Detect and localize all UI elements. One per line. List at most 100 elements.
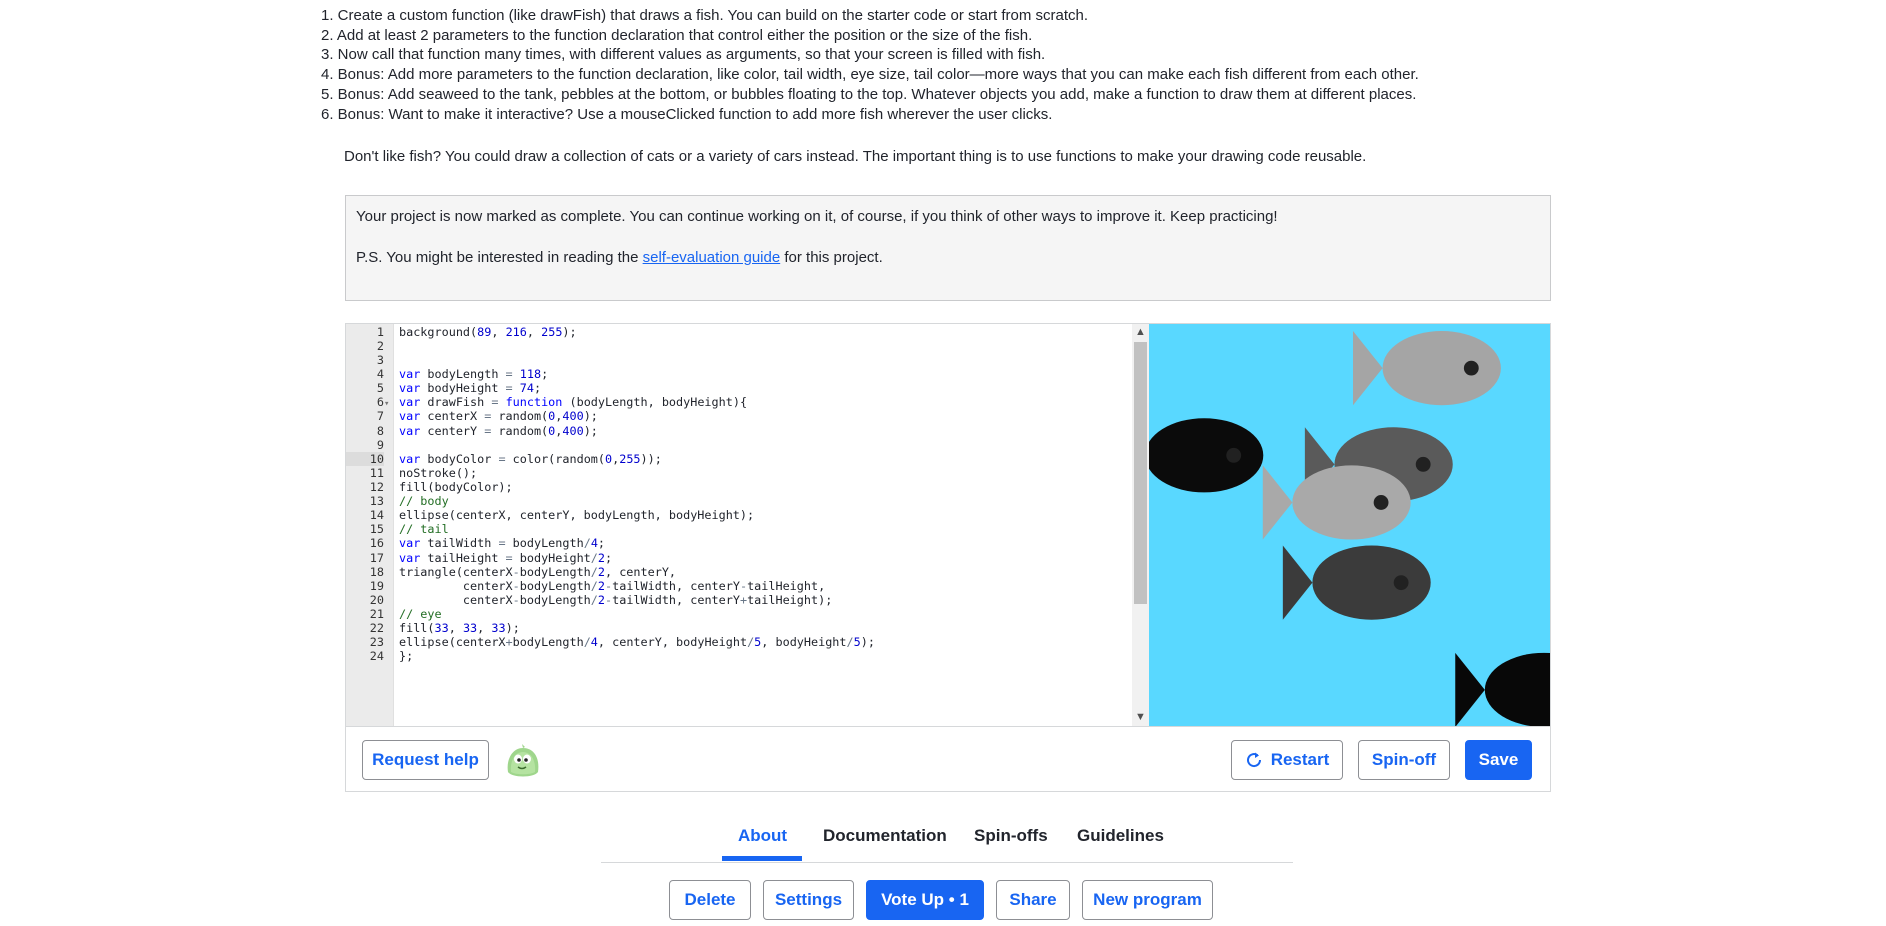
code-editor[interactable]: 1 background(89, 216, 255); 2 3 4 var bodyLen… (346, 324, 1149, 726)
tab-spin-offs[interactable]: Spin-offs (974, 826, 1048, 846)
code-line[interactable]: 13 // body (346, 494, 1136, 508)
code-line[interactable]: 1 background(89, 216, 255); (346, 325, 1136, 339)
share-button[interactable]: Share (996, 880, 1070, 920)
scroll-up-arrow-icon[interactable]: ▲ (1132, 324, 1149, 341)
line-number: 6 (376, 395, 384, 410)
output-canvas[interactable] (1149, 324, 1550, 726)
tab-about[interactable]: About (738, 826, 787, 846)
code-text: centerX-bodyLength/2-tailWidth, centerY+… (399, 592, 833, 607)
editor-scrollbar[interactable]: ▲ ▼ (1132, 324, 1149, 726)
fish-body (1149, 418, 1264, 493)
line-number: 9 (376, 437, 384, 452)
code-text: background(89, 216, 255); (399, 324, 577, 339)
fish-drawing (1149, 324, 1550, 726)
code-line[interactable]: 12 fill(bodyColor); (346, 480, 1136, 494)
line-number: 4 (376, 367, 384, 382)
code-line[interactable]: 2 (346, 339, 1136, 353)
project-tabs: About Documentation Spin-offs Guidelines (601, 822, 1293, 863)
code-text: var drawFish = function (bodyLength, bod… (399, 395, 748, 410)
code-text: // tail (399, 522, 449, 537)
line-number: 13 (369, 494, 384, 509)
scroll-down-arrow-icon[interactable]: ▼ (1132, 709, 1149, 726)
tab-documentation[interactable]: Documentation (823, 826, 947, 846)
fish-eye (1415, 456, 1431, 472)
code-line[interactable]: 23 ellipse(centerX+bodyLength/4, centerY,… (346, 635, 1136, 649)
code-text: var centerY = random(0,400); (399, 423, 598, 438)
code-line[interactable]: 24}; (346, 649, 1136, 663)
code-line[interactable]: 3 (346, 353, 1136, 367)
code-line[interactable]: 18 triangle(centerX-bodyLength/2, centerY… (346, 565, 1136, 579)
avatar-icon (507, 744, 539, 777)
settings-button[interactable]: Settings (763, 880, 854, 920)
code-text: ellipse(centerX, centerY, bodyLength, bo… (399, 508, 755, 523)
fish-body (1382, 331, 1501, 406)
restart-label: Restart (1270, 750, 1330, 769)
code-text: // eye (399, 607, 442, 622)
scroll-thumb[interactable] (1134, 342, 1147, 604)
request-help-button[interactable]: Request help (362, 740, 489, 780)
code-line[interactable]: 11 noStroke(); (346, 466, 1136, 480)
code-text: }; (399, 649, 414, 664)
code-line[interactable]: 9 (346, 438, 1136, 452)
line-number: 7 (376, 409, 384, 424)
ps-prefix: P.S. You might be interested in reading … (356, 249, 643, 266)
instruction-item: 3. Now call that function many times, wi… (321, 46, 1046, 64)
line-number: 5 (376, 381, 384, 396)
code-line[interactable]: 22 fill(33, 33, 33); (346, 621, 1136, 635)
completion-message-box: Your project is now marked as complete. … (345, 195, 1551, 301)
line-number: 18 (369, 564, 384, 579)
self-evaluation-guide-link[interactable]: self-evaluation guide (643, 249, 781, 266)
tab-guidelines[interactable]: Guidelines (1077, 826, 1164, 846)
fish-eye (1393, 575, 1409, 591)
code-line[interactable]: 8 var centerY = random(0,400); (346, 424, 1136, 438)
instruction-item: 6. Bonus: Want to make it interactive? U… (321, 105, 1053, 123)
completion-message: Your project is now marked as complete. … (356, 208, 1278, 225)
selected-tab-indicator (722, 856, 802, 861)
code-line[interactable]: 19 centerX-bodyLength/2-tailWidth, cente… (346, 579, 1136, 593)
instruction-item: 5. Bonus: Add seaweed to the tank, pebbl… (321, 85, 1417, 103)
fish-eye (1373, 495, 1389, 510)
code-line[interactable]: 21 // eye (346, 607, 1136, 621)
code-line[interactable]: 10 var bodyColor = color(random(0,255)); (346, 451, 1136, 466)
code-text: // body (399, 494, 449, 509)
code-line[interactable]: 4 var bodyLength = 118; (346, 367, 1136, 381)
code-line[interactable]: 14 ellipse(centerX, centerY, bodyLength, … (346, 508, 1136, 522)
code-line[interactable]: 15 // tail (346, 522, 1136, 536)
delete-button[interactable]: Delete (669, 880, 751, 920)
line-number: 8 (376, 423, 384, 438)
code-text: var bodyHeight = 74; (399, 381, 542, 396)
line-number: 20 (369, 592, 384, 607)
line-number: 21 (369, 607, 384, 622)
code-line[interactable]: 17 var tailHeight = bodyHeight/2; (346, 551, 1136, 565)
instructions-list: 1. Create a custom function (like drawFi… (321, 6, 1501, 124)
fish-body (1292, 465, 1411, 540)
spin-off-button[interactable]: Spin-off (1358, 740, 1450, 780)
code-text: noStroke(); (399, 465, 478, 480)
line-number: 16 (369, 536, 384, 551)
line-number: 3 (376, 353, 384, 368)
line-number: 10 (346, 451, 384, 466)
code-line[interactable]: 5 var bodyHeight = 74; (346, 381, 1136, 395)
save-button[interactable]: Save (1465, 740, 1532, 780)
ps-suffix: for this project. (780, 249, 883, 266)
code-line[interactable]: 7 var centerX = random(0,400); (346, 409, 1136, 423)
editor-toolbar: Request help Restart Spin-off Save (346, 726, 1550, 791)
code-text: var centerX = random(0,400); (399, 409, 598, 424)
line-number: 1 (376, 324, 384, 339)
code-line[interactable]: 6▾ var drawFish = function (bodyLength, b… (346, 395, 1136, 409)
line-number: 12 (369, 480, 384, 495)
fish-body (1312, 545, 1431, 620)
restart-button[interactable]: Restart (1231, 740, 1343, 780)
alternative-note: Don't like fish? You could draw a collec… (344, 148, 1367, 165)
line-number: 17 (369, 550, 384, 565)
instruction-item: 4. Bonus: Add more parameters to the fun… (321, 66, 1419, 84)
instruction-item: 2. Add at least 2 parameters to the func… (321, 26, 1033, 44)
line-number: 22 (369, 621, 384, 636)
code-text: var tailWidth = bodyLength/4; (399, 536, 606, 551)
code-line[interactable]: 16 var tailWidth = bodyLength/4; (346, 536, 1136, 550)
line-number: 15 (369, 522, 384, 537)
new-program-button[interactable]: New program (1082, 880, 1213, 920)
code-text: var bodyLength = 118; (399, 367, 549, 382)
vote-up-button[interactable]: Vote Up • 1 (866, 880, 984, 920)
code-line[interactable]: 20 centerX-bodyLength/2-tailWidth, cente… (346, 593, 1136, 607)
